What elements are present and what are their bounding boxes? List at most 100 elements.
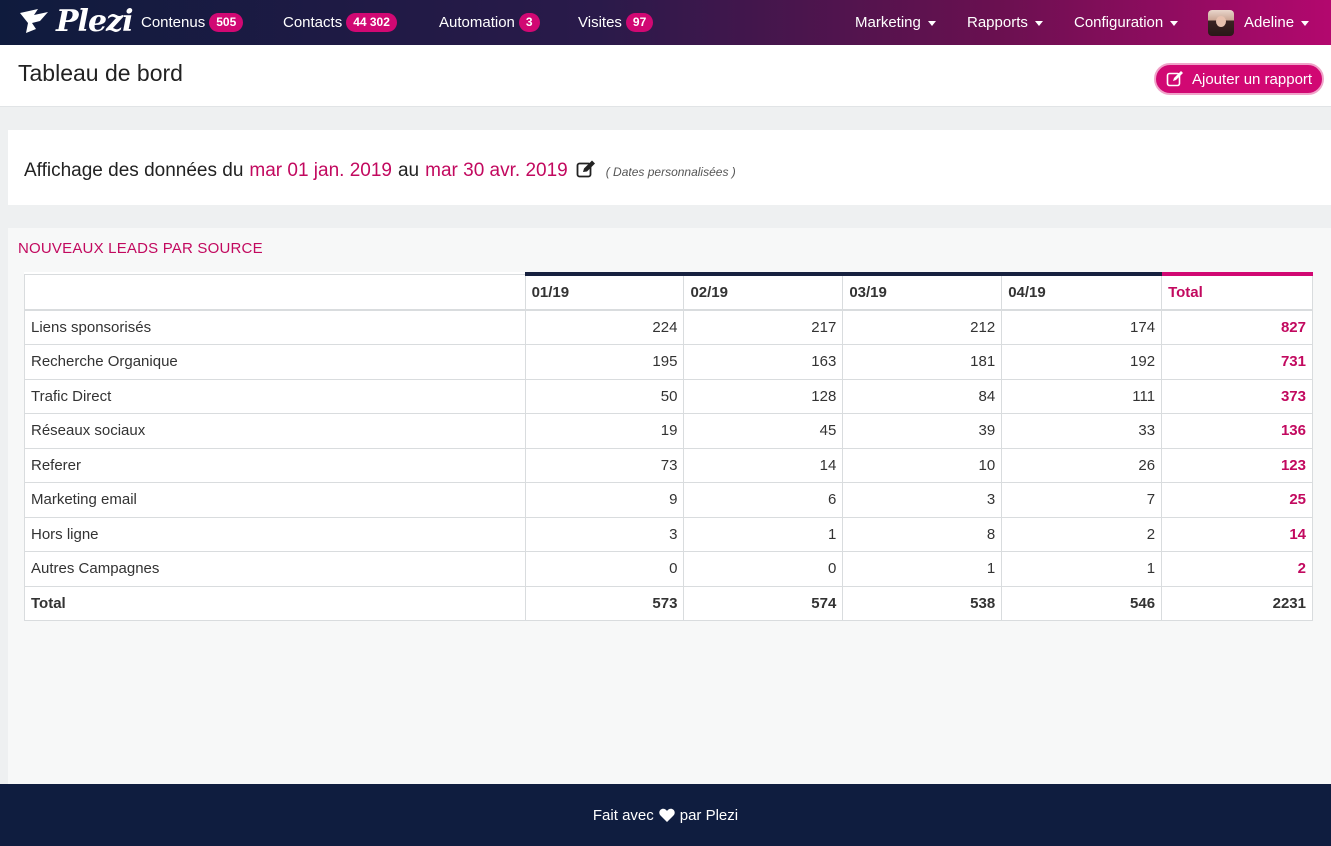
- cell-value: 26: [1001, 447, 1163, 483]
- table-total-row: Total 573 574 538 546 2231: [24, 585, 1313, 621]
- add-report-button[interactable]: Ajouter un rapport: [1154, 63, 1324, 95]
- leads-table: 01/19 02/19 03/19 04/19 Total Liens spon…: [24, 272, 1313, 621]
- row-label: Recherche Organique: [24, 344, 526, 380]
- user-name: Adeline: [1244, 14, 1295, 31]
- nav-item-label: Contenus: [141, 14, 206, 31]
- count-badge: 505: [209, 13, 244, 32]
- cell-value: 14: [683, 447, 844, 483]
- table-row: Marketing email 9 6 3 7 25: [24, 482, 1313, 518]
- avatar: [1208, 9, 1234, 36]
- column-header-total[interactable]: Total: [1161, 272, 1313, 311]
- cell-value: 39: [842, 413, 1003, 449]
- row-total: 827: [1161, 309, 1313, 345]
- table-row: Hors ligne 3 1 8 2 14: [24, 516, 1313, 552]
- caret-down-icon: [927, 21, 936, 26]
- footer: Fait avec par Plezi: [0, 784, 1331, 846]
- row-total: 25: [1161, 482, 1313, 518]
- column-header[interactable]: 03/19: [842, 272, 1003, 311]
- cell-value: 174: [1001, 309, 1163, 345]
- date-start[interactable]: mar 01 jan. 2019: [249, 160, 392, 182]
- cell-value: 2: [1001, 516, 1163, 552]
- page-header: Tableau de bord Ajouter un rapport: [0, 45, 1331, 107]
- count-badge: 3: [518, 13, 540, 32]
- row-total: 373: [1161, 378, 1313, 414]
- table-row: Recherche Organique 195 163 181 192 731: [24, 344, 1313, 380]
- custom-dates-note: ( Dates personnalisées ): [605, 165, 736, 179]
- count-badge: 44 302: [346, 13, 397, 32]
- table-row: Trafic Direct 50 128 84 111 373: [24, 378, 1313, 414]
- table-row: Liens sponsorisés 224 217 212 174 827: [24, 309, 1313, 345]
- nav-item-label: Contacts: [283, 14, 343, 31]
- menu-rapports[interactable]: Rapports: [967, 0, 1043, 45]
- row-total: 2: [1161, 551, 1313, 587]
- user-menu[interactable]: Adeline: [1208, 0, 1310, 45]
- leads-report: NOUVEAUX LEADS PAR SOURCE 01/19 02/19 03…: [8, 228, 1331, 784]
- row-total: 123: [1161, 447, 1313, 483]
- count-badge: 97: [625, 13, 654, 32]
- row-total: 14: [1161, 516, 1313, 552]
- report-title: NOUVEAUX LEADS PAR SOURCE: [18, 240, 263, 257]
- date-middle: au: [397, 160, 420, 181]
- cell-value: 181: [842, 344, 1003, 380]
- cell-value: 224: [524, 309, 685, 345]
- cell-value: 8: [842, 516, 1003, 552]
- date-range-card: Affichage des données du mar 01 jan. 201…: [8, 130, 1331, 205]
- brand-name: Plezi: [56, 4, 133, 39]
- cell-value: 73: [524, 447, 685, 483]
- nav-item-contacts[interactable]: Contacts 44 302: [283, 0, 397, 45]
- column-header[interactable]: 01/19: [524, 272, 685, 311]
- cell-value: 45: [683, 413, 844, 449]
- date-range-line: Affichage des données du mar 01 jan. 201…: [24, 158, 736, 182]
- cell-value: 111: [1001, 378, 1163, 414]
- row-label: Trafic Direct: [24, 378, 526, 414]
- date-end[interactable]: mar 30 avr. 2019: [425, 160, 568, 182]
- cell-value: 33: [1001, 413, 1163, 449]
- caret-down-icon: [1034, 21, 1043, 26]
- cell-value: 0: [683, 551, 844, 587]
- nav-item-visites[interactable]: Visites 97: [578, 0, 654, 45]
- page-title: Tableau de bord: [18, 60, 183, 86]
- cell-value: 163: [683, 344, 844, 380]
- column-header[interactable]: 04/19: [1001, 272, 1163, 311]
- menu-label: Rapports: [967, 14, 1028, 31]
- nav-item-label: Automation: [439, 14, 515, 31]
- heart-icon: [659, 808, 675, 822]
- cell-value: 1: [1001, 551, 1163, 587]
- nav-item-automation[interactable]: Automation 3: [439, 0, 540, 45]
- cell-value: 84: [842, 378, 1003, 414]
- table-header-row: 01/19 02/19 03/19 04/19 Total: [24, 272, 1313, 311]
- cell-value: 1: [683, 516, 844, 552]
- menu-configuration[interactable]: Configuration: [1074, 0, 1179, 45]
- cell-value: 19: [524, 413, 685, 449]
- row-label: Marketing email: [24, 482, 526, 518]
- cell-value: 128: [683, 378, 844, 414]
- menu-marketing[interactable]: Marketing: [855, 0, 936, 45]
- cell-value: 9: [524, 482, 685, 518]
- cell-value: 3: [524, 516, 685, 552]
- row-label: Liens sponsorisés: [24, 309, 526, 345]
- row-label: Réseaux sociaux: [24, 413, 526, 449]
- cell-value: 195: [524, 344, 685, 380]
- cell-value: 50: [524, 378, 685, 414]
- brand-logo[interactable]: Plezi: [18, 4, 133, 39]
- date-prefix: Affichage des données du: [24, 160, 244, 181]
- nav-item-contenus[interactable]: Contenus 505: [141, 0, 244, 45]
- plezi-bird-icon: [20, 9, 48, 33]
- menu-label: Marketing: [855, 14, 921, 31]
- row-label: Autres Campagnes: [24, 551, 526, 587]
- caret-down-icon: [1301, 21, 1310, 26]
- column-header[interactable]: 02/19: [683, 272, 844, 311]
- column-total: 573: [524, 585, 685, 621]
- column-total: 574: [683, 585, 844, 621]
- cell-value: 1: [842, 551, 1003, 587]
- table-row: Autres Campagnes 0 0 1 1 2: [24, 551, 1313, 587]
- cell-value: 6: [683, 482, 844, 518]
- row-total: 731: [1161, 344, 1313, 380]
- table-row: Referer 73 14 10 26 123: [24, 447, 1313, 483]
- edit-icon[interactable]: [576, 160, 596, 178]
- top-navbar: Plezi Contenus 505 Contacts 44 302 Autom…: [0, 0, 1331, 45]
- add-report-label: Ajouter un rapport: [1192, 70, 1313, 88]
- column-total: 546: [1001, 585, 1163, 621]
- footer-text-after: par Plezi: [679, 806, 739, 824]
- nav-item-label: Visites: [578, 14, 622, 31]
